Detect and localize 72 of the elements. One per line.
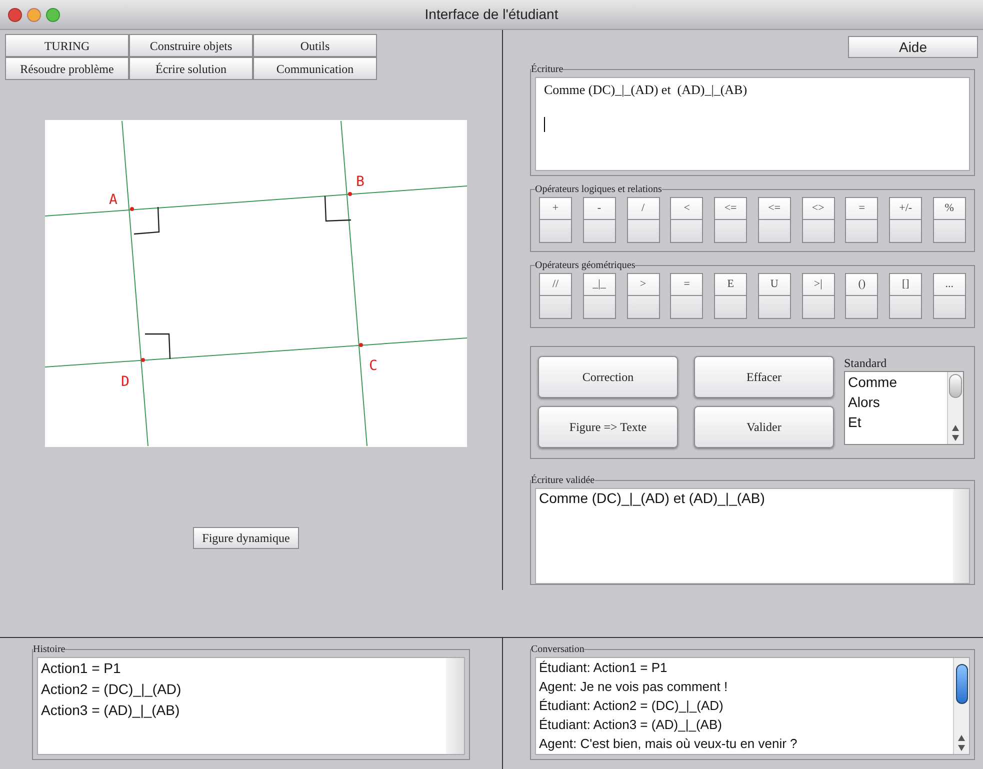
operator-key[interactable]: >| xyxy=(802,273,835,319)
scroll-down-icon[interactable] xyxy=(958,745,965,751)
operator-key[interactable]: // xyxy=(539,273,572,319)
operator-key[interactable]: [] xyxy=(889,273,922,319)
point-label: A xyxy=(109,192,118,208)
conversation-message: Étudiant: Action2 = (DC)_|_(AD) xyxy=(539,697,724,715)
conversation-message: Étudiant: Action1 = P1 xyxy=(539,659,668,677)
history-entry: Action3 = (AD)_|_(AB) xyxy=(41,701,181,720)
history-entry: Action2 = (DC)_|_(AD) xyxy=(41,680,182,699)
list-item[interactable]: Comme xyxy=(848,372,947,392)
action-button[interactable]: Correction xyxy=(538,356,678,398)
point-marker xyxy=(141,358,145,362)
group-title: Conversation xyxy=(531,643,584,657)
operator-key[interactable]: E xyxy=(714,273,748,319)
operator-key[interactable]: % xyxy=(932,197,966,243)
writing-text: Comme (DC)_|_(AD) et (AD)_|_(AB) xyxy=(544,81,748,99)
operator-key[interactable]: () xyxy=(845,273,878,319)
group-title: Opérateurs logiques et relations xyxy=(535,183,662,197)
point-marker xyxy=(348,192,352,196)
conversation-message: Agent: Je ne vois pas comment ! xyxy=(539,678,729,696)
menu-button[interactable]: Outils xyxy=(253,34,377,57)
action-button[interactable]: Valider xyxy=(694,406,834,448)
operator-key[interactable]: <> xyxy=(802,197,835,243)
scroll-thumb[interactable] xyxy=(949,374,962,398)
minimize-icon[interactable] xyxy=(27,8,41,22)
scroll-down-icon[interactable] xyxy=(952,435,959,441)
point-label: D xyxy=(121,374,130,390)
scroll-up-icon[interactable] xyxy=(958,735,965,741)
operator-key[interactable]: = xyxy=(670,273,704,319)
operator-key[interactable]: < xyxy=(670,197,704,243)
group-title: Opérateurs géométriques xyxy=(535,259,636,273)
close-icon[interactable] xyxy=(8,8,22,22)
scroll-up-icon[interactable] xyxy=(952,425,959,431)
operator-key[interactable]: / xyxy=(626,197,660,243)
operator-key[interactable]: _|_ xyxy=(582,273,616,319)
menu-button[interactable]: Résoudre problème xyxy=(5,57,129,80)
operator-key[interactable]: + xyxy=(539,197,572,243)
validated-text: Comme (DC)_|_(AD) et (AD)_|_(AB) xyxy=(538,489,766,508)
menu-button[interactable]: Construire objets xyxy=(129,34,253,57)
history-entry: Action1 = P1 xyxy=(41,659,122,678)
dynamic-figure-button[interactable]: Figure dynamique xyxy=(193,527,299,549)
menu-button[interactable]: TURING xyxy=(5,34,129,57)
help-button[interactable]: Aide xyxy=(848,36,978,58)
standard-label: Standard xyxy=(844,355,888,371)
operator-key[interactable]: ... xyxy=(932,273,966,319)
operator-key[interactable]: +/- xyxy=(889,197,922,243)
scroll-thumb[interactable] xyxy=(956,664,968,704)
zoom-icon[interactable] xyxy=(46,8,60,22)
operator-key[interactable]: > xyxy=(626,273,660,319)
window-title: Interface de l'étudiant xyxy=(424,5,558,24)
operator-key[interactable]: - xyxy=(582,197,616,243)
group-title: Écriture validée xyxy=(531,473,595,488)
conversation-message: Étudiant: Action3 = (AD)_|_(AB) xyxy=(539,716,723,734)
writing-field[interactable]: Comme (DC)_|_(AD) et (AD)_|_(AB) xyxy=(535,77,970,171)
point-marker xyxy=(130,207,134,211)
action-button[interactable]: Figure => Texte xyxy=(538,406,678,448)
point-label: B xyxy=(356,174,364,190)
list-item[interactable]: Alors xyxy=(848,392,947,412)
group-title: Écriture xyxy=(531,62,564,77)
conversation-message: Agent: C'est bien, mais où veux-tu en venir ? xyxy=(539,735,798,753)
menu-button[interactable]: Écrire solution xyxy=(129,57,253,80)
operator-key[interactable]: <= xyxy=(714,197,748,243)
operator-key[interactable]: <= xyxy=(758,197,791,243)
group-title: Histoire xyxy=(33,643,66,657)
text-cursor-icon xyxy=(544,116,545,132)
point-marker xyxy=(359,343,363,347)
operator-key[interactable]: = xyxy=(845,197,878,243)
point-label: C xyxy=(369,358,378,374)
action-button[interactable]: Effacer xyxy=(694,356,834,398)
menu-button[interactable]: Communication xyxy=(253,57,377,80)
operator-key[interactable]: U xyxy=(758,273,791,319)
list-item[interactable]: Et xyxy=(848,412,947,432)
